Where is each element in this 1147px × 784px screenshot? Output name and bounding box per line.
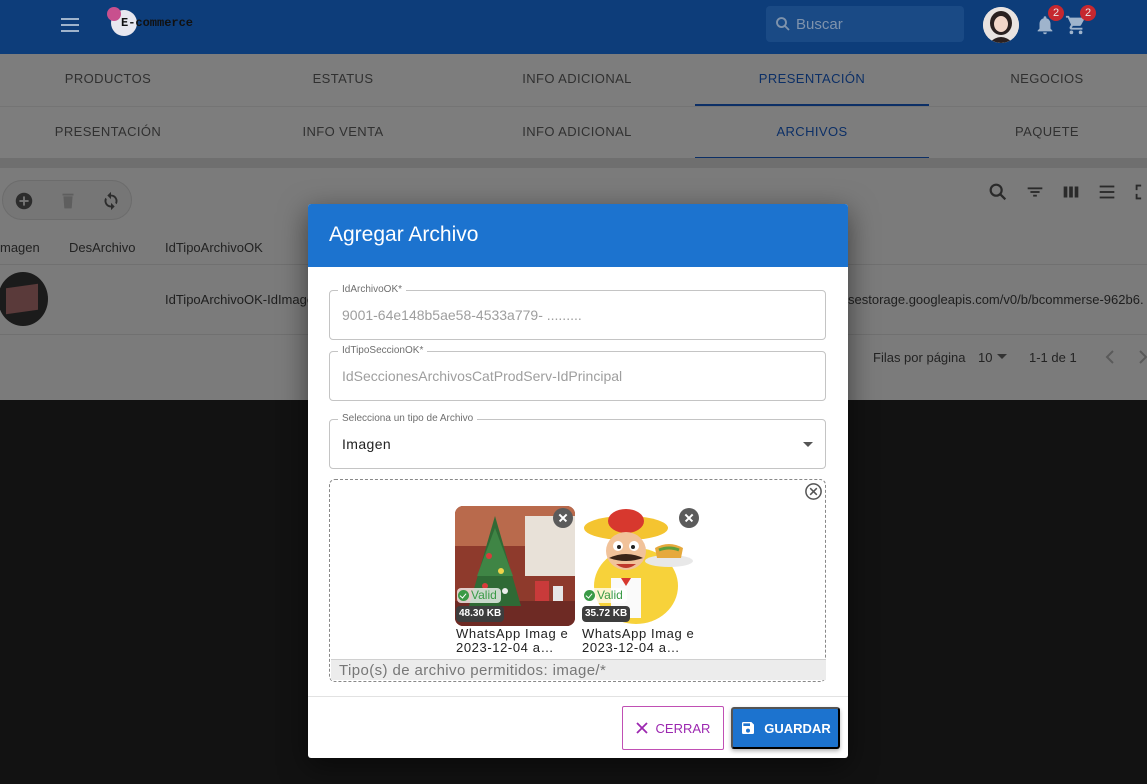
clear-files-icon[interactable] [804,482,823,501]
logo[interactable]: E-commerce [107,6,217,42]
file-name: WhatsApp Imag e 2023-12-04 a… [582,626,695,655]
subtab-info-venta[interactable]: INFO VENTA [226,107,460,159]
save-button[interactable]: GUARDAR [731,707,840,749]
tab-estatus[interactable]: ESTATUS [226,54,460,106]
save-button-label: GUARDAR [764,720,831,736]
avatar[interactable] [983,7,1019,43]
pagination-range: 1-1 de 1 [1029,350,1077,365]
rows-per-page-label: Filas por página [873,350,966,365]
id-archivo-value: 9001-64e148b5ae58-4533a779- ......... [342,307,582,323]
file-name: WhatsApp Imag e 2023-12-04 a… [456,626,569,655]
file-dropzone[interactable]: Valid 48.30 KB WhatsApp Imag e 2023-12-0… [329,479,826,682]
agregar-archivo-dialog: Agregar Archivo IdArchivoOK* 9001-64e148… [308,204,848,758]
rows-per-page-select[interactable]: 10 [978,350,992,365]
tipo-archivo-select[interactable]: Selecciona un tipo de Archivo Imagen [329,413,826,469]
column-header-idtipoarchivo[interactable]: IdTipoArchivoOK [165,240,263,255]
remove-file-icon[interactable] [553,508,573,528]
dialog-header: Agregar Archivo [308,204,848,267]
subtab-archivos[interactable]: ARCHIVOS [695,107,929,159]
cell-idtipoarchivo: IdTipoArchivoOK-IdImage [165,292,315,307]
tab-negocios[interactable]: NEGOCIOS [930,54,1147,106]
column-header-desarchivo[interactable]: DesArchivo [69,240,135,255]
primary-tabs: PRODUCTOS ESTATUS INFO ADICIONAL PRESENT… [0,54,1147,106]
panel-top-strip [0,158,1147,168]
id-tipo-seccion-label: IdTipoSeccionOK* [338,345,428,356]
dialog-title: Agregar Archivo [329,223,479,246]
tab-info-adicional[interactable]: INFO ADICIONAL [460,54,694,106]
chevron-down-icon[interactable] [996,353,1008,361]
logo-text: E-commerce [121,16,194,30]
secondary-tabs: PRESENTACIÓN INFO VENTA INFO ADICIONAL A… [0,106,1147,159]
allowed-file-types: Tipo(s) de archivo permitidos: image/* [331,659,826,680]
notifications-badge: 2 [1048,5,1064,21]
filter-icon[interactable] [1024,181,1046,203]
save-icon [742,722,755,734]
tipo-archivo-label: Selecciona un tipo de Archivo [338,413,478,424]
id-tipo-seccion-value: IdSeccionesArchivosCatProdServ-IdPrincip… [342,368,623,384]
row-image-thumbnail[interactable] [0,272,48,326]
close-icon [635,722,648,734]
next-page-icon[interactable] [1136,348,1147,366]
subtab-presentacion[interactable]: PRESENTACIÓN [0,107,225,159]
add-icon[interactable] [13,190,35,212]
cart-badge: 2 [1080,5,1096,21]
tipo-archivo-value: Imagen [342,436,392,452]
close-button-label: CERRAR [655,720,711,736]
menu-icon[interactable] [58,14,82,38]
previous-page-icon[interactable] [1103,348,1117,366]
dialog-footer-divider [308,696,848,697]
check-circle-icon [584,590,595,601]
density-icon[interactable] [1096,181,1118,203]
cell-url: sestorage.googleapis.com/v0/b/bcommerse-… [848,292,1144,307]
tab-productos[interactable]: PRODUCTOS [0,54,225,106]
file-preview[interactable]: Valid 48.30 KB WhatsApp Imag e 2023-12-0… [455,506,575,656]
search-input[interactable] [796,6,956,42]
fullscreen-icon[interactable] [1132,181,1147,203]
valid-status-text: Valid [471,588,497,602]
tab-presentacion[interactable]: PRESENTACIÓN [695,54,929,106]
file-size-badge: 35.72 KB [582,606,631,622]
file-size-badge: 48.30 KB [456,606,505,622]
valid-status-badge: Valid [583,588,627,603]
search-box[interactable] [766,6,964,42]
valid-status-badge: Valid [457,588,501,603]
search-icon[interactable] [987,181,1009,203]
refresh-icon[interactable] [100,190,122,212]
subtab-paquete[interactable]: PAQUETE [930,107,1147,159]
search-icon [776,17,790,31]
file-preview[interactable]: Valid 35.72 KB WhatsApp Imag e 2023-12-0… [581,506,701,656]
app-bar: E-commerce 2 2 [0,0,1147,54]
check-circle-icon [458,590,469,601]
close-button[interactable]: CERRAR [622,706,724,750]
columns-icon[interactable] [1060,181,1082,203]
dropdown-arrow-icon[interactable] [803,442,813,447]
column-header-imagen[interactable]: magen [0,240,40,255]
subtab-info-adicional[interactable]: INFO ADICIONAL [460,107,694,159]
id-archivo-label: IdArchivoOK* [338,284,407,295]
remove-file-icon[interactable] [679,508,699,528]
valid-status-text: Valid [597,588,623,602]
table-toolbar [2,180,132,220]
delete-icon[interactable] [57,190,79,212]
id-archivo-field[interactable]: IdArchivoOK* 9001-64e148b5ae58-4533a779-… [329,284,826,340]
id-tipo-seccion-field[interactable]: IdTipoSeccionOK* IdSeccionesArchivosCatP… [329,345,826,401]
